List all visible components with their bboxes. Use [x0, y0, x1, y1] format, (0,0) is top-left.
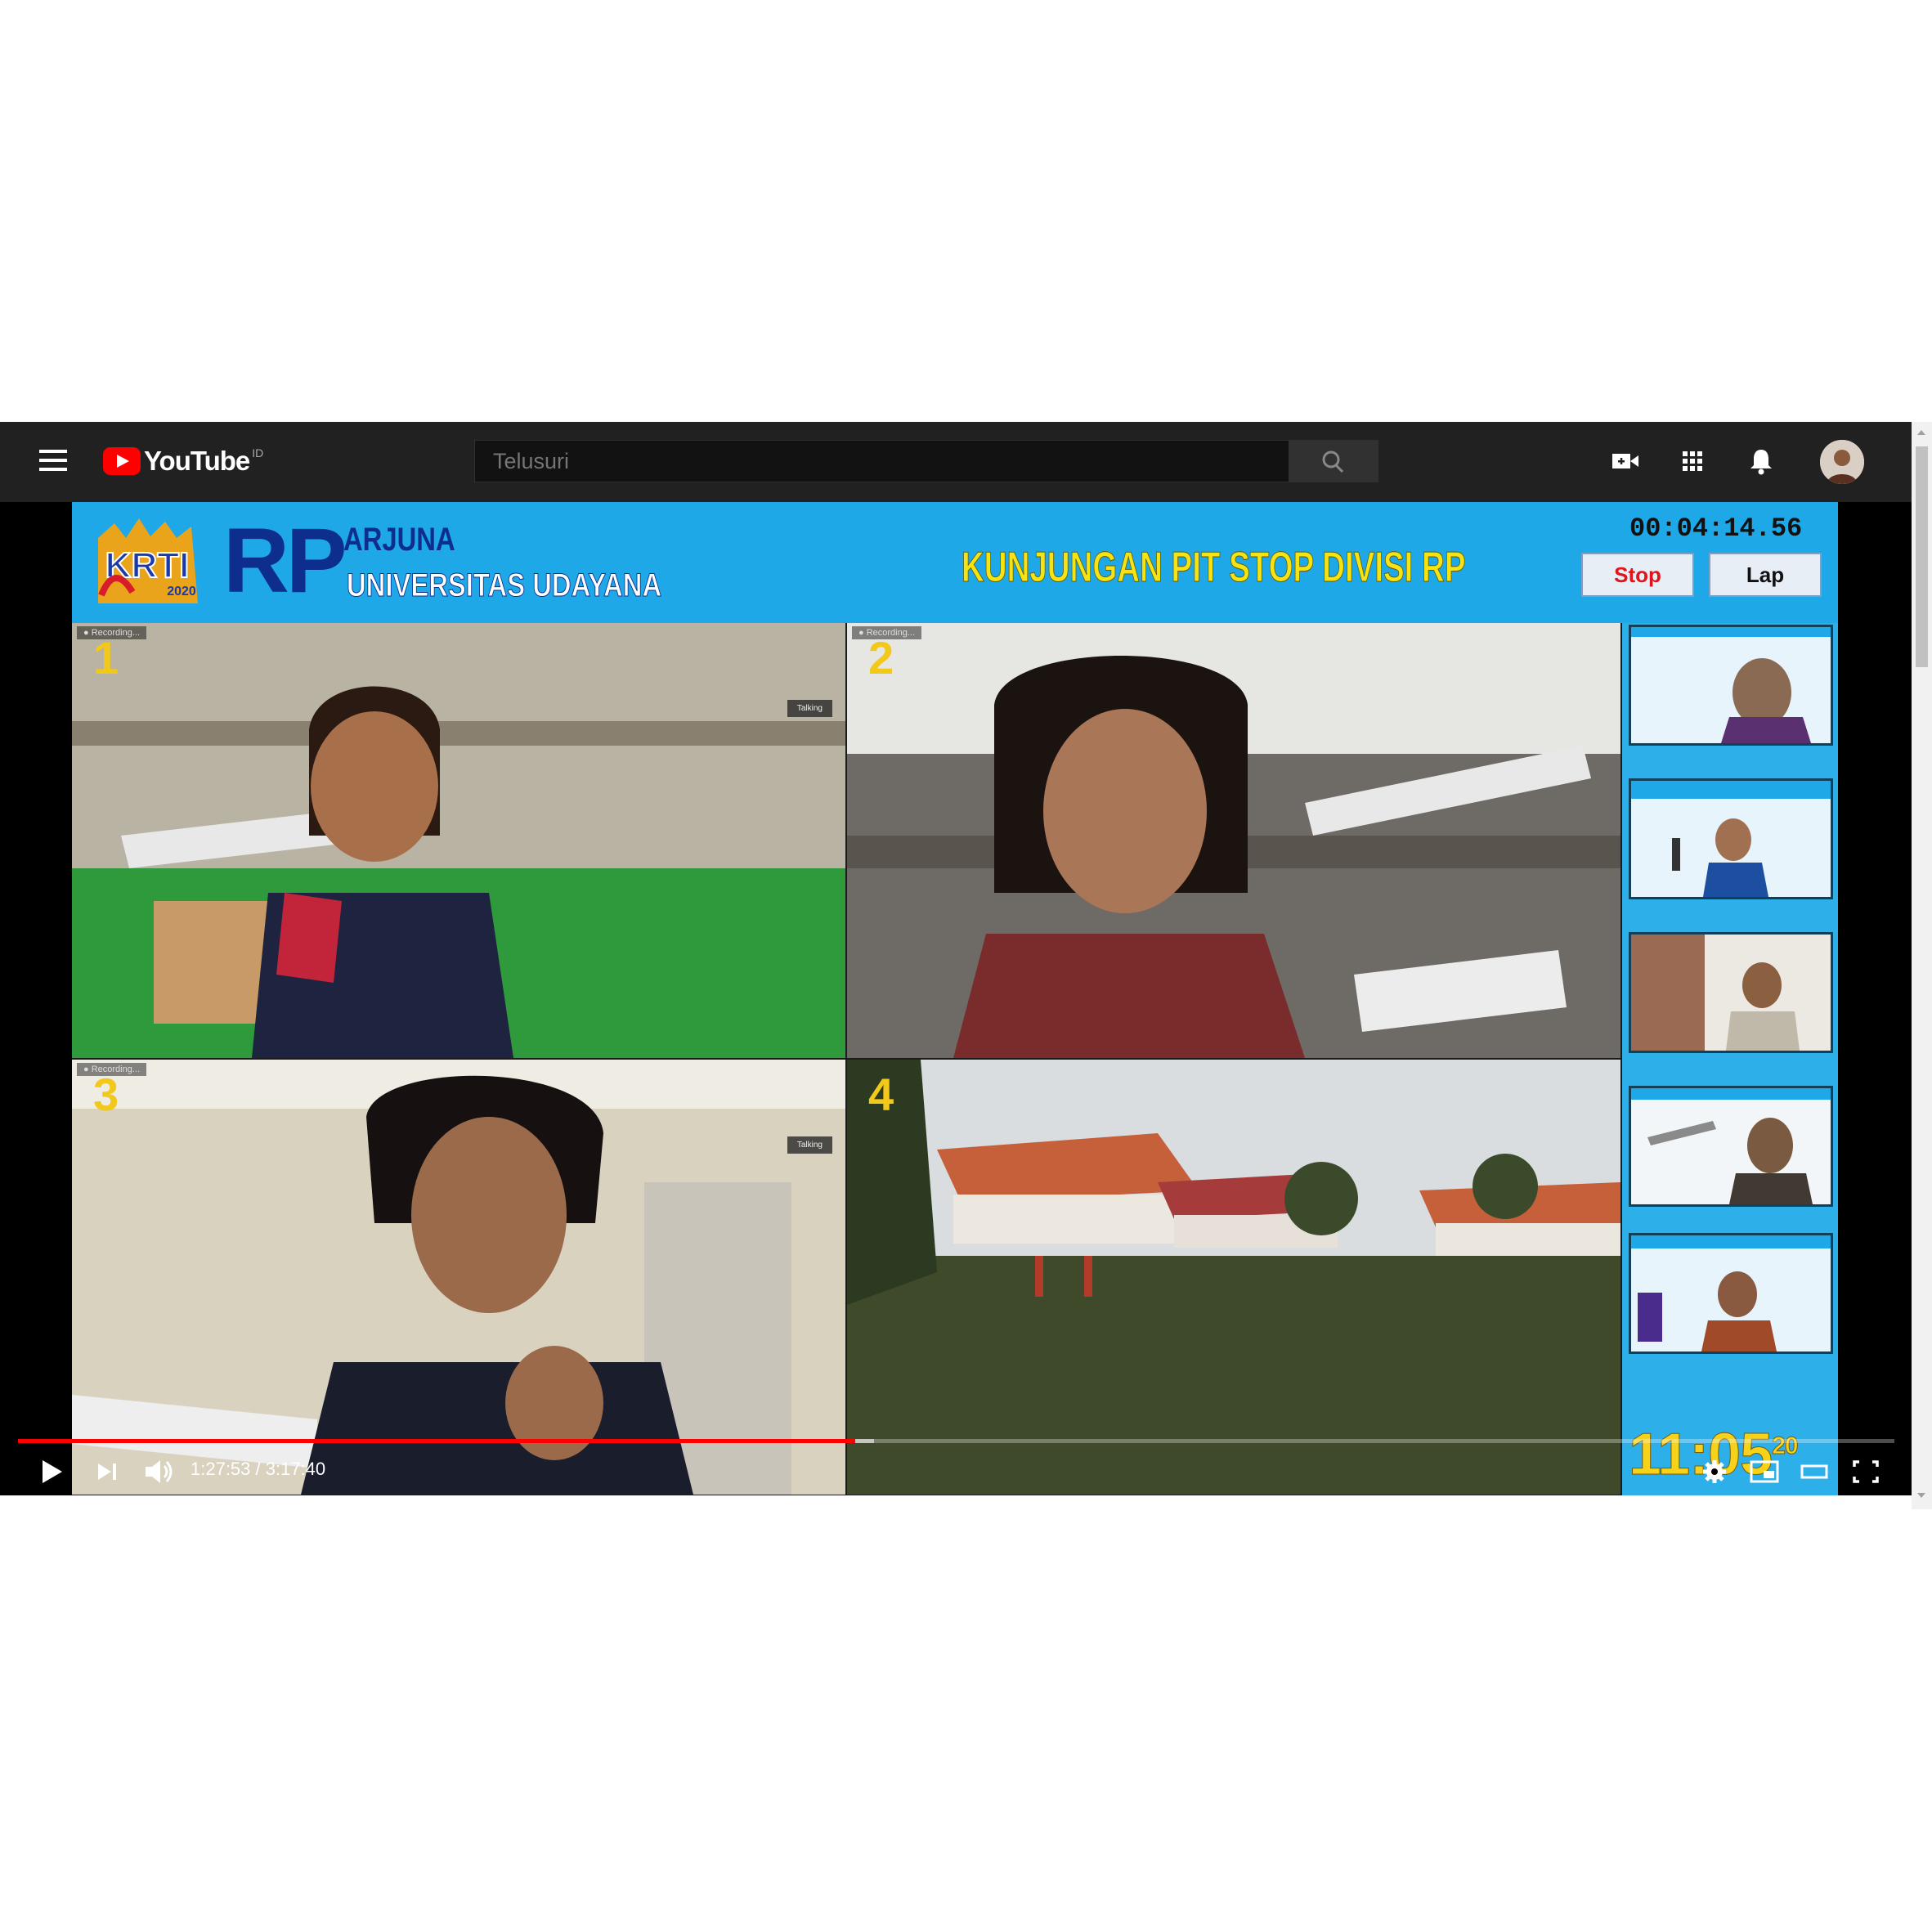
notifications-bell-icon[interactable] [1745, 445, 1777, 477]
youtube-play-icon [103, 447, 141, 475]
tile-number: 1 [93, 632, 119, 684]
stopwatch-stop-button: Stop [1581, 553, 1694, 597]
participant-3-video [72, 1060, 845, 1495]
participant-sidebar: 11:0520 [1622, 623, 1838, 1495]
search-button[interactable] [1289, 440, 1378, 482]
country-code: ID [252, 446, 264, 459]
search-box [474, 440, 1292, 482]
scroll-down-arrow-icon[interactable] [1917, 1493, 1925, 1498]
fullscreen-icon [1853, 1460, 1879, 1483]
tile-number: 4 [868, 1069, 894, 1120]
youtube-logo[interactable]: YouTube ID [103, 446, 263, 476]
next-icon [98, 1464, 116, 1480]
play-icon [43, 1460, 62, 1483]
create-video-icon[interactable] [1609, 445, 1642, 477]
participant-4-video [847, 1060, 1620, 1495]
participant-1-video [72, 623, 845, 1058]
search-icon [1322, 451, 1344, 473]
sidebar-thumbnail [1629, 1233, 1833, 1354]
progress-played[interactable] [18, 1439, 855, 1443]
talking-indicator: Talking [787, 700, 832, 717]
university-name: UNIVERSITAS UDAYANA [347, 567, 662, 604]
tile-number: 3 [93, 1069, 119, 1120]
participant-tile-2: ● Recording... 2 [847, 623, 1620, 1058]
sidebar-thumbnail [1629, 1086, 1833, 1207]
time-display: 1:27:53 / 3:17:40 [191, 1459, 325, 1480]
team-name: ARJUNA [343, 522, 455, 558]
masthead: YouTube ID [0, 422, 1912, 502]
hamburger-menu-icon[interactable] [39, 450, 67, 471]
theater-mode-icon [1800, 1464, 1828, 1479]
fullscreen-button[interactable] [1849, 1454, 1882, 1490]
krti-logo-year: 2020 [167, 585, 196, 598]
duration: 3:17:40 [265, 1459, 326, 1479]
search-input[interactable] [491, 448, 1263, 475]
talking-indicator: Talking [787, 1136, 832, 1154]
volume-icon [146, 1460, 173, 1483]
volume-button[interactable] [142, 1454, 175, 1490]
krti-logo: KRTI 2020 [98, 518, 198, 603]
current-time: 1:27:53 [191, 1459, 251, 1479]
sidebar-thumbnail [1629, 625, 1833, 746]
tile-number: 2 [868, 632, 894, 684]
miniplayer-button[interactable] [1748, 1454, 1781, 1490]
participant-tile-3: ● Recording... 3 Talking [72, 1060, 845, 1495]
time-separator: / [250, 1459, 266, 1479]
settings-button[interactable] [1698, 1454, 1731, 1490]
scrollbar-thumb[interactable] [1916, 446, 1928, 667]
account-avatar[interactable] [1820, 440, 1864, 484]
broadcast-title: KUNJUNGAN PIT STOP DIVISI RP [962, 544, 1466, 592]
apps-grid-icon[interactable] [1676, 445, 1709, 477]
youtube-page: YouTube ID Telusuri KRTI 2020 RP ARJUNA … [0, 422, 1912, 1495]
stopwatch-readout: 00:04:14.56 [1629, 513, 1803, 544]
scroll-up-arrow-icon[interactable] [1917, 430, 1925, 435]
youtube-logo-text: YouTube [144, 446, 250, 476]
participant-2-video [847, 623, 1620, 1058]
play-button[interactable] [38, 1454, 65, 1490]
theater-mode-button[interactable] [1798, 1454, 1831, 1490]
video-player[interactable]: KRTI 2020 RP ARJUNA UNIVERSITAS UDAYANA … [72, 502, 1838, 1495]
participant-tile-4: 4 [847, 1060, 1620, 1495]
next-button[interactable] [93, 1454, 121, 1490]
division-label: RP [223, 509, 347, 612]
participant-tile-1: ● Recording... 1 Talking [72, 623, 845, 1058]
gear-icon [1703, 1460, 1726, 1483]
sidebar-thumbnail [1629, 932, 1833, 1053]
stopwatch-lap-button: Lap [1709, 553, 1822, 597]
miniplayer-icon [1750, 1460, 1779, 1483]
broadcast-banner: KRTI 2020 RP ARJUNA UNIVERSITAS UDAYANA … [72, 502, 1838, 623]
page-scrollbar[interactable] [1912, 422, 1932, 1509]
sidebar-thumbnail [1629, 778, 1833, 899]
